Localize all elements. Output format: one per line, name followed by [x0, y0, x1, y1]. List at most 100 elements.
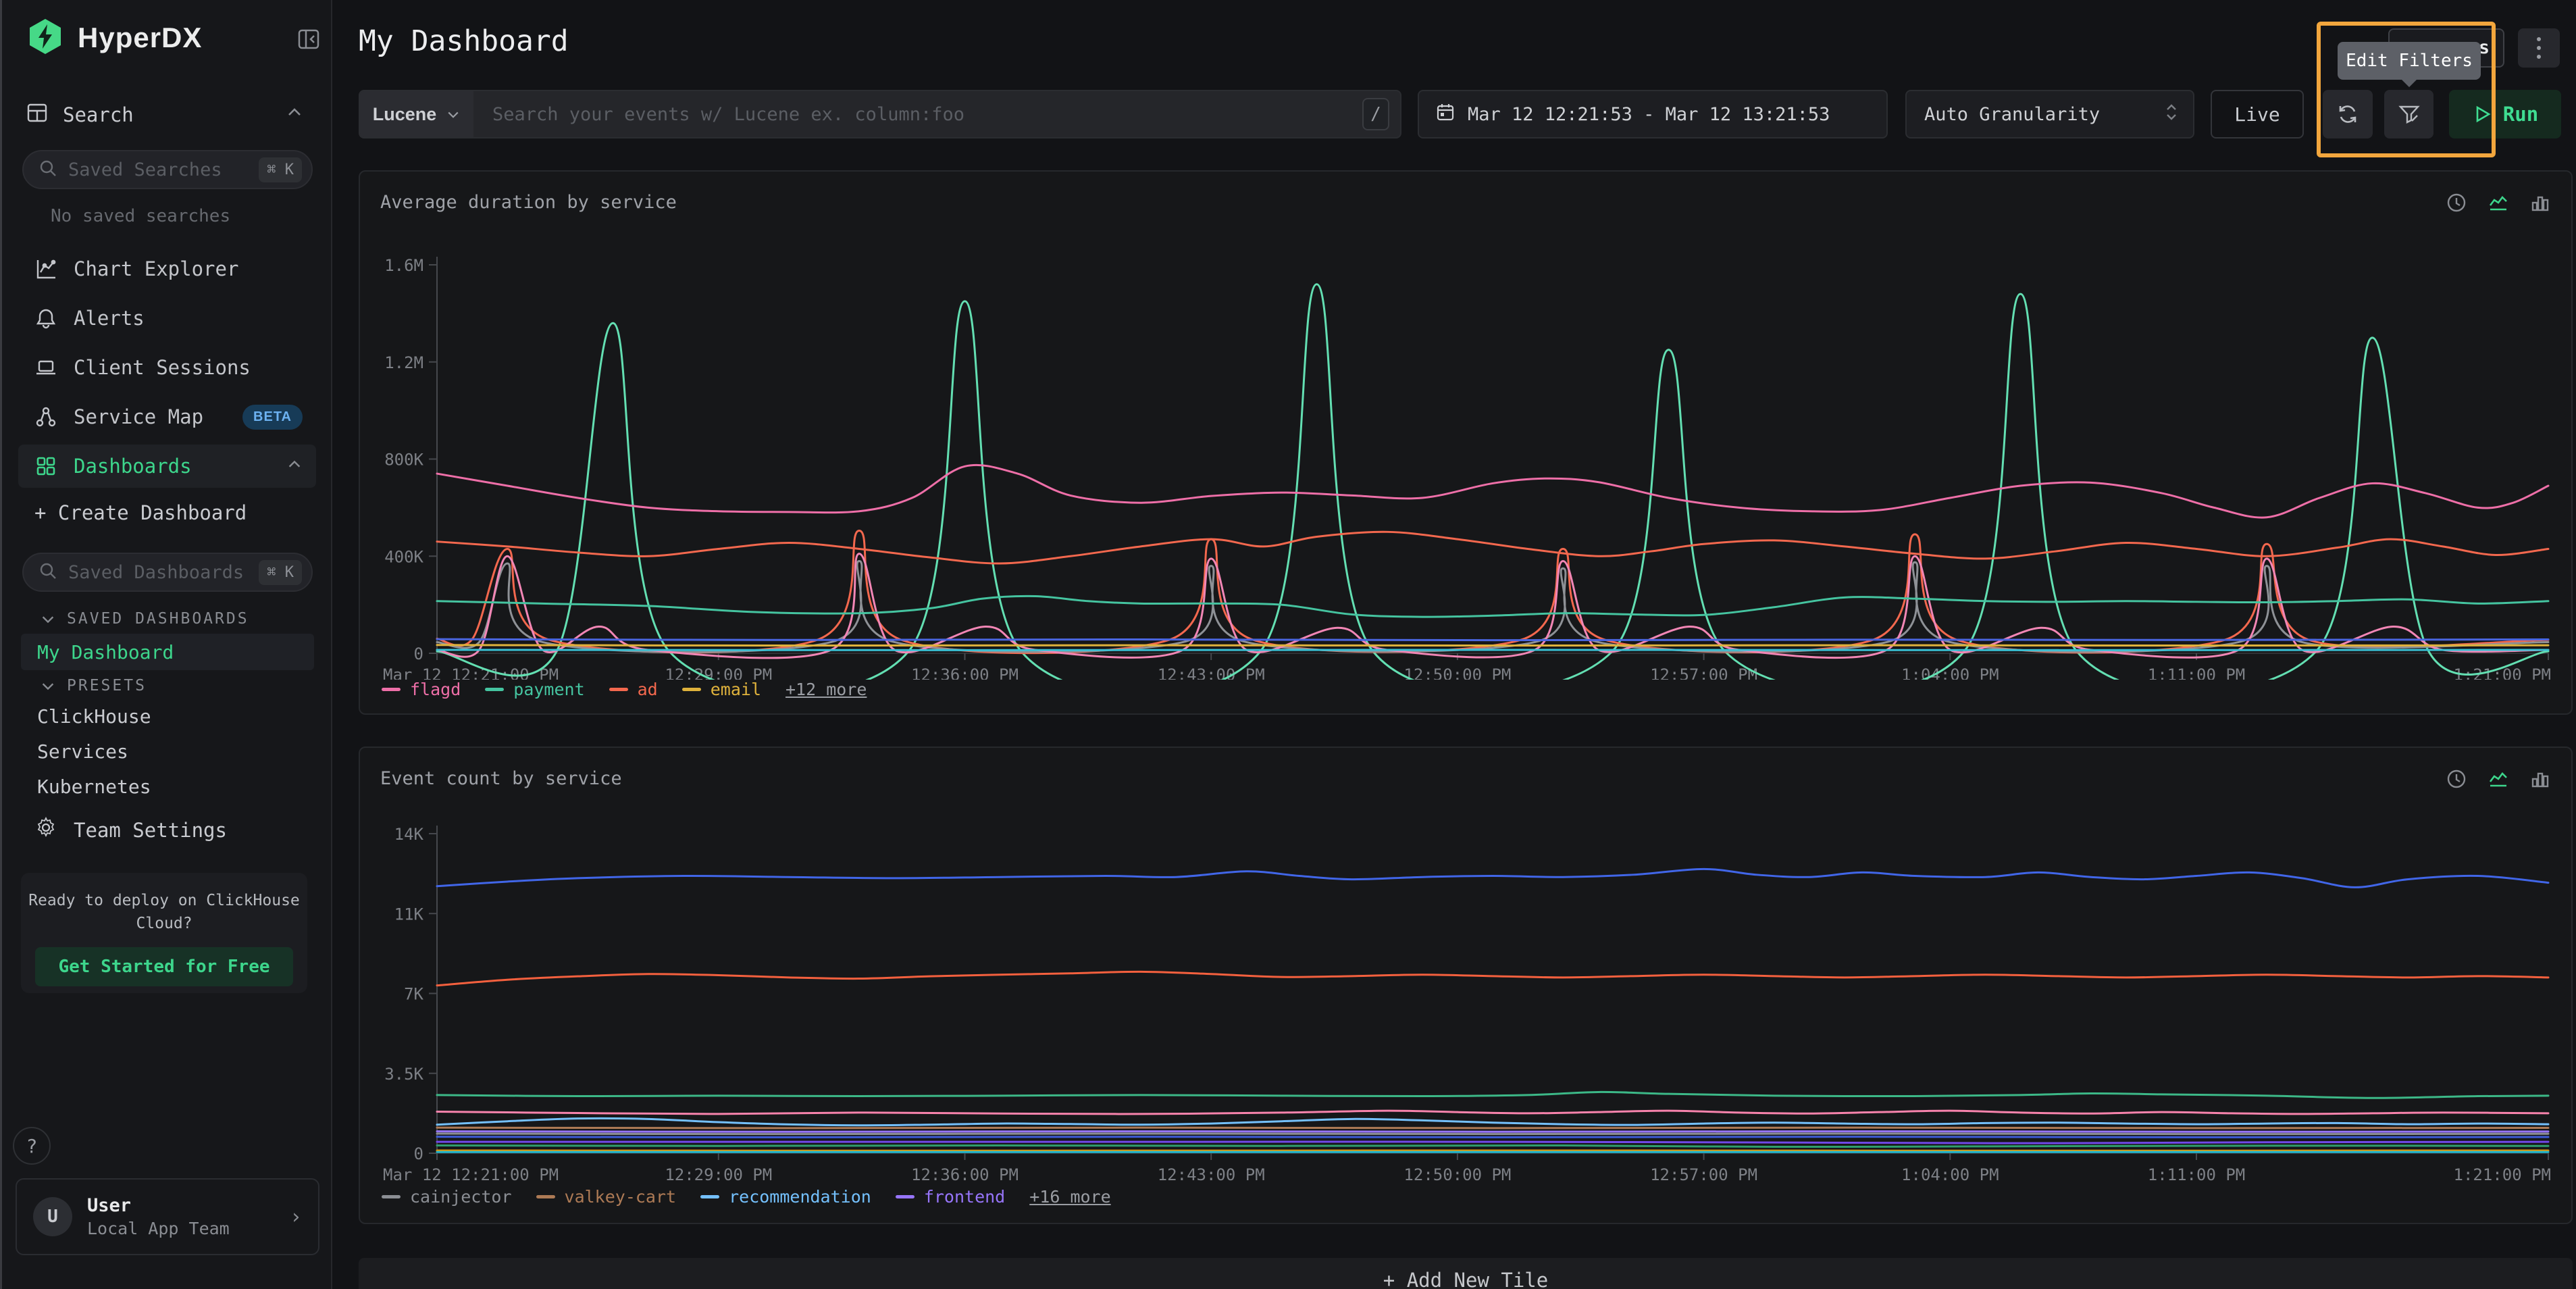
event-search-bar[interactable]: Lucene Search your events w/ Lucene ex. …	[359, 90, 1401, 138]
legend-item[interactable]: ad	[609, 680, 658, 699]
hyperdx-logo-icon	[26, 18, 64, 58]
sidebar-item-chart-explorer[interactable]: Chart Explorer	[18, 247, 316, 290]
chart-panel-event-count: Event count by service 03.5K7K11K14KMar …	[359, 747, 2573, 1224]
sidebar-item-alerts[interactable]: Alerts	[18, 297, 316, 340]
presets-header[interactable]: PRESETS	[40, 677, 147, 694]
legend-item[interactable]: email	[682, 680, 761, 699]
sidebar-item-dashboards[interactable]: Dashboards	[18, 445, 316, 488]
sidebar-item-label: Search	[63, 103, 134, 126]
sidebar-item-label: Dashboards	[74, 455, 192, 478]
gear-icon	[34, 816, 57, 844]
chart-panel-average-duration: Average duration by service 0400K800K1.2…	[359, 170, 2573, 715]
svg-text:3.5K: 3.5K	[384, 1065, 423, 1084]
add-new-tile-button[interactable]: + Add New Tile	[359, 1258, 2573, 1289]
user-menu[interactable]: U User Local App Team ›	[16, 1178, 319, 1255]
date-range-picker[interactable]: Mar 12 12:21:53 - Mar 12 13:21:53	[1418, 90, 1888, 138]
svg-text:1:04:00 PM: 1:04:00 PM	[1901, 1165, 1999, 1184]
legend-swatch	[609, 688, 628, 691]
saved-dashboards-header[interactable]: SAVED DASHBOARDS	[40, 610, 249, 628]
no-saved-searches-text: No saved searches	[51, 206, 230, 226]
chart-title: Average duration by service	[380, 192, 677, 213]
legend-swatch	[536, 1195, 555, 1198]
saved-searches-placeholder: Saved Searches	[68, 159, 248, 180]
time-icon[interactable]	[2446, 192, 2467, 213]
sidebar-item-service-map[interactable]: Service Map BETA	[18, 395, 316, 438]
chevron-down-icon	[446, 107, 461, 122]
legend-swatch	[896, 1195, 915, 1198]
svg-text:12:43:00 PM: 12:43:00 PM	[1158, 665, 1265, 680]
legend-item[interactable]: payment	[485, 680, 584, 699]
sidebar-item-my-dashboard[interactable]: My Dashboard	[21, 634, 314, 670]
saved-dashboards-input[interactable]: Saved Dashboards ⌘ K	[22, 553, 313, 592]
granularity-select[interactable]: Auto Granularity	[1905, 90, 2194, 138]
chevron-up-icon[interactable]	[286, 103, 303, 126]
run-button[interactable]: Run	[2449, 90, 2561, 138]
date-range-value: Mar 12 12:21:53 - Mar 12 13:21:53	[1468, 104, 1830, 125]
bell-icon	[34, 307, 57, 330]
dashboard-menu-button[interactable]	[2518, 28, 2560, 68]
sidebar: HyperDX Search Saved Searches ⌘ K No sav…	[2, 0, 332, 1289]
legend-item[interactable]: recommendation	[700, 1187, 871, 1207]
live-button[interactable]: Live	[2211, 90, 2304, 138]
line-chart-event-count[interactable]: 03.5K7K11K14KMar 12 12:21:00 PM12:29:00 …	[379, 818, 2552, 1187]
edit-filters-tooltip: Edit Filters	[2338, 42, 2481, 80]
bar-chart-icon[interactable]	[2529, 768, 2551, 790]
promo-text: Ready to deploy on ClickHouse Cloud?	[21, 889, 307, 935]
query-language-select[interactable]: Lucene	[360, 91, 473, 137]
line-chart-icon[interactable]	[2488, 192, 2509, 213]
granularity-value: Auto Granularity	[1924, 104, 2100, 125]
sidebar-item-preset-services[interactable]: Services	[37, 740, 128, 763]
page-title: My Dashboard	[359, 24, 569, 58]
sidebar-item-preset-clickhouse[interactable]: ClickHouse	[37, 705, 151, 728]
sidebar-item-preset-kubernetes[interactable]: Kubernetes	[37, 776, 151, 798]
sidebar-collapse-icon[interactable]	[297, 27, 321, 51]
sidebar-item-client-sessions[interactable]: Client Sessions	[18, 346, 316, 389]
dashboards-icon	[34, 455, 57, 478]
svg-text:7K: 7K	[404, 985, 423, 1004]
shortcut-badge: ⌘ K	[259, 560, 302, 585]
svg-text:12:50:00 PM: 12:50:00 PM	[1403, 665, 1511, 680]
calendar-icon	[1435, 102, 1456, 127]
legend-item[interactable]: frontend	[896, 1187, 1005, 1207]
legend-swatch	[682, 688, 701, 691]
legend-swatch	[485, 688, 504, 691]
refresh-button[interactable]	[2323, 90, 2373, 138]
time-icon[interactable]	[2446, 768, 2467, 790]
line-chart-average-duration[interactable]: 0400K800K1.2M1.6MMar 12 12:21:00 PM12:29…	[379, 242, 2552, 680]
search-icon	[38, 561, 57, 583]
line-chart-icon[interactable]	[2488, 768, 2509, 790]
svg-text:12:29:00 PM: 12:29:00 PM	[665, 1165, 772, 1184]
user-name: User	[87, 1195, 230, 1216]
help-button[interactable]: ?	[13, 1127, 51, 1165]
legend-swatch	[382, 688, 401, 691]
svg-text:Mar 12 12:21:00 PM: Mar 12 12:21:00 PM	[383, 1165, 559, 1184]
slash-shortcut-badge: /	[1362, 98, 1389, 130]
brand[interactable]: HyperDX	[26, 18, 202, 58]
legend-swatch	[700, 1195, 719, 1198]
sidebar-item-search[interactable]: Search	[26, 96, 313, 134]
edit-filters-button[interactable]	[2384, 90, 2433, 138]
legend-item[interactable]: valkey-cart	[536, 1187, 677, 1207]
get-started-button[interactable]: Get Started for Free	[35, 947, 292, 986]
chart-explorer-icon	[34, 257, 57, 280]
svg-text:12:29:00 PM: 12:29:00 PM	[665, 665, 772, 680]
saved-searches-input[interactable]: Saved Searches ⌘ K	[22, 150, 313, 189]
create-dashboard-button[interactable]: + Create Dashboard	[34, 501, 247, 524]
legend-item[interactable]: cainjector	[382, 1187, 512, 1207]
search-input[interactable]: Search your events w/ Lucene ex. column:…	[473, 104, 1362, 125]
brand-name: HyperDX	[78, 22, 202, 54]
sidebar-item-team-settings[interactable]: Team Settings	[34, 816, 227, 844]
sidebar-item-label: Chart Explorer	[74, 257, 238, 280]
user-team: Local App Team	[87, 1219, 230, 1238]
bar-chart-icon[interactable]	[2529, 192, 2551, 213]
legend-item[interactable]: flagd	[382, 680, 461, 699]
svg-text:0: 0	[414, 1144, 423, 1163]
laptop-icon	[34, 356, 57, 379]
legend-more-link[interactable]: +16 more	[1029, 1187, 1110, 1207]
svg-text:1:11:00 PM: 1:11:00 PM	[2148, 1165, 2246, 1184]
avatar: U	[33, 1197, 72, 1236]
svg-text:14K: 14K	[394, 825, 424, 844]
chart-legend: flagd payment ad email +12 more	[360, 680, 2571, 699]
chevron-up-icon[interactable]	[286, 455, 303, 478]
legend-more-link[interactable]: +12 more	[785, 680, 867, 699]
